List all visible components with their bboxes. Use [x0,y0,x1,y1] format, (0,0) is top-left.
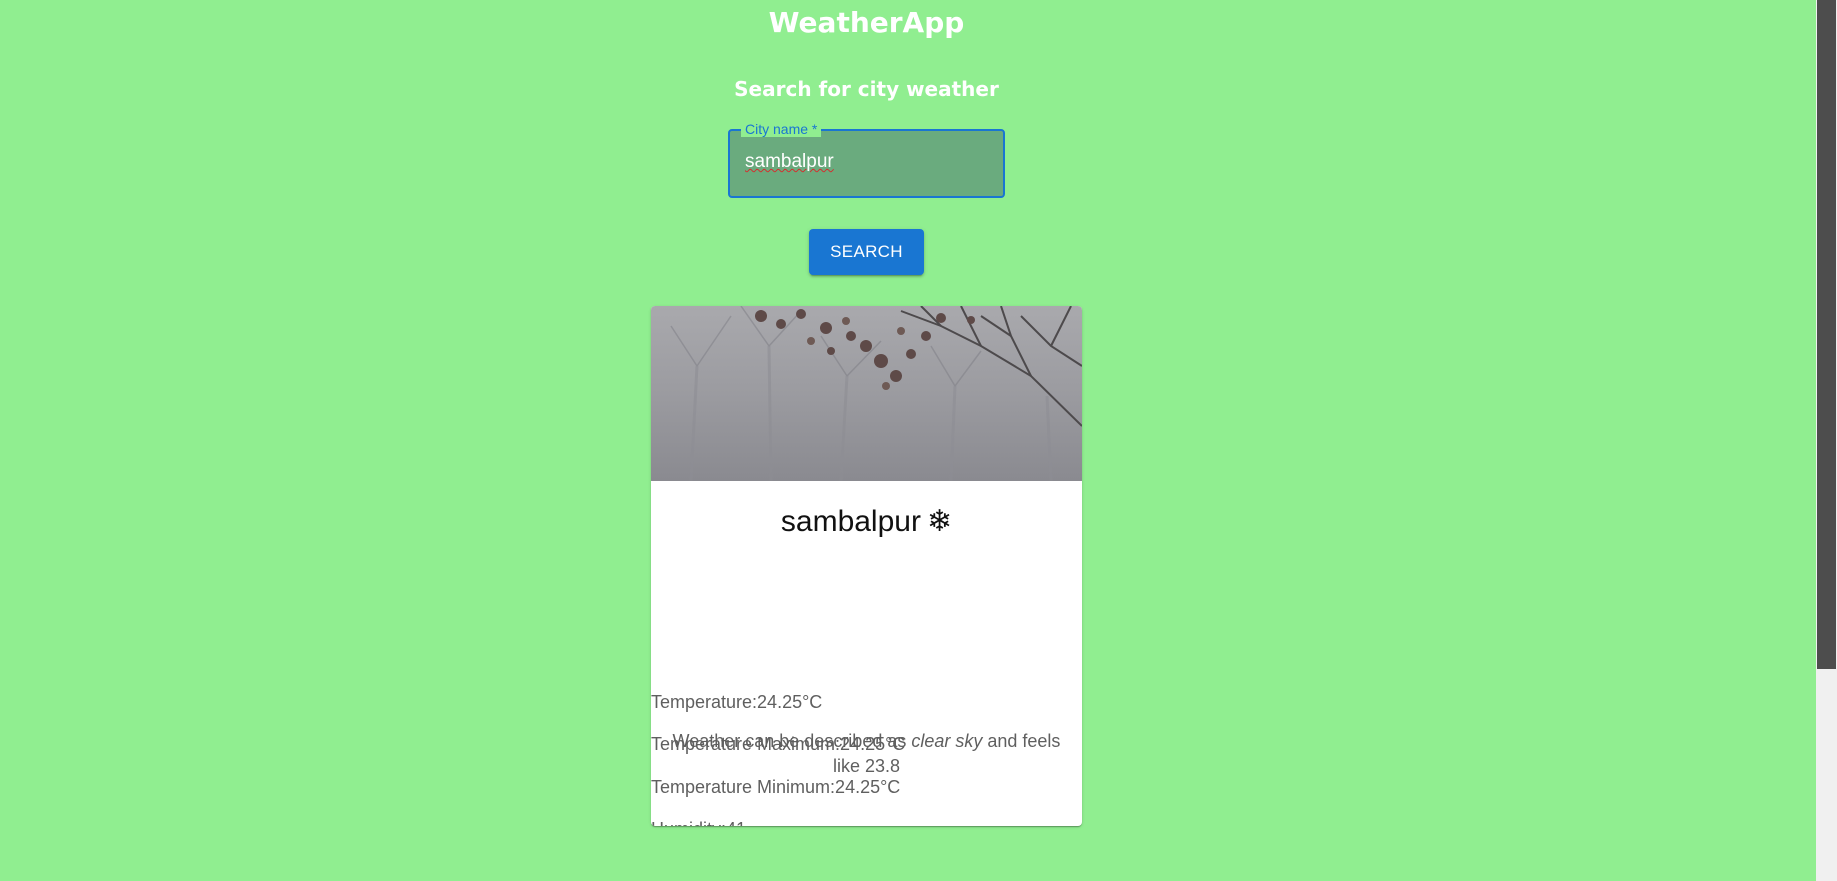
weather-card: sambalpur ❄ Temperature:24.25°C Temperatu… [651,306,1082,826]
weather-description: Weather can be described as clear sky an… [666,729,1067,779]
description-prefix: Weather can be described as [672,731,912,751]
city-name-label: City name * [741,121,822,137]
city-title: sambalpur ❄ [651,504,1082,540]
scrollbar-thumb[interactable] [1817,0,1836,669]
search-button[interactable]: SEARCH [809,229,924,275]
weather-app-page: WeatherApp Search for city weather City … [0,0,1837,881]
app-title: WeatherApp [768,6,965,39]
temperature-text: Temperature:24.25°C [651,692,823,712]
foggy-trees-image [651,306,1082,481]
description-condition: clear sky [911,731,983,751]
city-name-text: sambalpur [780,505,921,538]
city-name-input[interactable] [745,151,985,173]
search-heading: Search for city weather [734,77,999,101]
humidity-text: Humidity:41 [651,817,1082,826]
snowflake-icon: ❄ [926,505,953,538]
city-name-field[interactable]: City name * [728,121,1005,198]
